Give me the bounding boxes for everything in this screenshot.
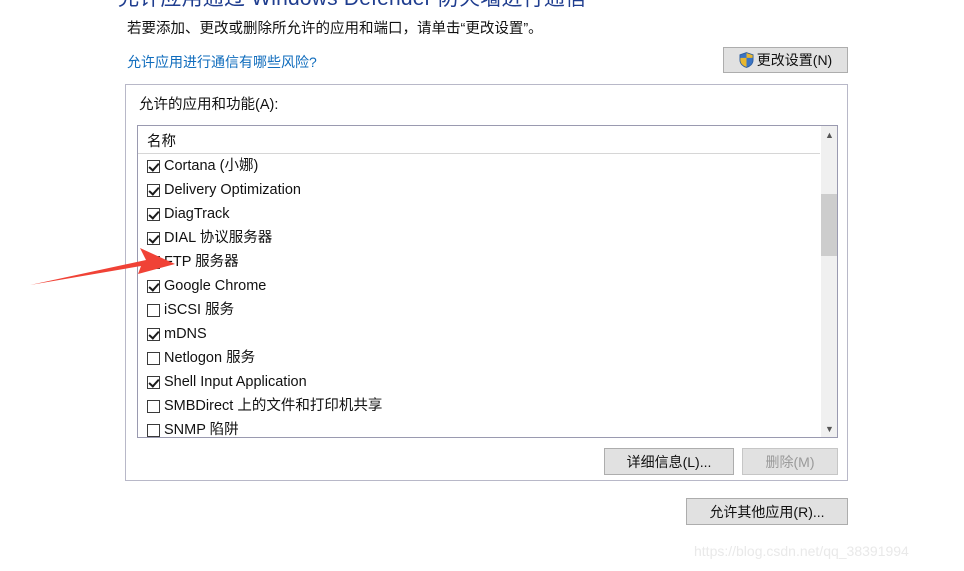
app-name-cell: DIAL 协议服务器 [147,227,272,249]
table-row[interactable]: SNMP 陷阱 [138,418,837,438]
app-name-label: Netlogon 服务 [164,347,255,369]
app-enabled-checkbox[interactable] [147,280,160,293]
app-name-label: Google Chrome [164,275,266,297]
app-enabled-checkbox[interactable] [147,328,160,341]
app-name-label: DiagTrack [164,203,230,225]
allowed-apps-list[interactable]: 名称 专用 公用 Cortana (小娜)Delivery Optimizati… [137,125,838,438]
app-name-label: DIAL 协议服务器 [164,227,272,249]
app-name-label: Cortana (小娜) [164,155,258,177]
watermark: https://blog.csdn.net/qq_38391994 [694,543,909,559]
app-enabled-checkbox[interactable] [147,400,160,413]
app-name-label: iSCSI 服务 [164,299,234,321]
table-row[interactable]: Delivery Optimization [138,178,837,202]
app-name-cell: DiagTrack [147,203,230,225]
scroll-down-icon[interactable]: ▼ [821,420,838,437]
app-enabled-checkbox[interactable] [147,352,160,365]
app-enabled-checkbox[interactable] [147,256,160,269]
page-subtitle: 若要添加、更改或删除所允许的应用和端口，请单击“更改设置”。 [127,19,543,39]
details-button[interactable]: 详细信息(L)... [604,448,734,475]
page-title: 允许应用通过 Windows Defender 防火墙进行通信 [118,0,586,12]
table-row[interactable]: Shell Input Application [138,370,837,394]
table-row[interactable]: DIAL 协议服务器 [138,226,837,250]
app-name-cell: Cortana (小娜) [147,155,258,177]
app-name-cell: FTP 服务器 [147,251,239,273]
list-scrollbar[interactable]: ▲ ▼ [820,126,837,437]
table-row[interactable]: mDNS [138,322,837,346]
table-row[interactable]: Netlogon 服务 [138,346,837,370]
app-name-cell: mDNS [147,323,207,345]
app-name-cell: Netlogon 服务 [147,347,255,369]
allowed-apps-label: 允许的应用和功能(A): [139,96,278,115]
allow-other-app-button[interactable]: 允许其他应用(R)... [686,498,848,525]
table-row[interactable]: Cortana (小娜) [138,154,837,178]
app-enabled-checkbox[interactable] [147,184,160,197]
app-enabled-checkbox[interactable] [147,160,160,173]
app-name-cell: Delivery Optimization [147,179,301,201]
app-enabled-checkbox[interactable] [147,208,160,221]
remove-button: 删除(M) [742,448,838,475]
change-settings-button[interactable]: 更改设置(N) [723,47,848,73]
app-name-cell: Shell Input Application [147,371,307,393]
app-name-label: Delivery Optimization [164,179,301,201]
app-name-cell: SNMP 陷阱 [147,419,239,438]
list-body: Cortana (小娜)Delivery OptimizationDiagTra… [138,154,837,438]
app-enabled-checkbox[interactable] [147,424,160,437]
app-name-label: mDNS [164,323,207,345]
list-header-row: 名称 专用 公用 [138,126,837,154]
column-header-name[interactable]: 名称 [147,130,176,151]
table-row[interactable]: SMBDirect 上的文件和打印机共享 [138,394,837,418]
app-name-cell: Google Chrome [147,275,266,297]
scrollbar-thumb[interactable] [821,194,838,256]
app-enabled-checkbox[interactable] [147,376,160,389]
scroll-up-icon[interactable]: ▲ [821,126,838,143]
app-enabled-checkbox[interactable] [147,304,160,317]
app-name-cell: SMBDirect 上的文件和打印机共享 [147,395,382,417]
uac-shield-icon [739,52,754,68]
table-row[interactable]: DiagTrack [138,202,837,226]
app-name-label: FTP 服务器 [164,251,239,273]
app-name-label: SMBDirect 上的文件和打印机共享 [164,395,382,417]
table-row[interactable]: FTP 服务器 [138,250,837,274]
table-row[interactable]: iSCSI 服务 [138,298,837,322]
help-link[interactable]: 允许应用进行通信有哪些风险? [127,52,317,72]
table-row[interactable]: Google Chrome [138,274,837,298]
change-settings-label: 更改设置(N) [757,50,832,70]
app-enabled-checkbox[interactable] [147,232,160,245]
app-name-label: SNMP 陷阱 [164,419,239,438]
app-name-label: Shell Input Application [164,371,307,393]
app-name-cell: iSCSI 服务 [147,299,234,321]
